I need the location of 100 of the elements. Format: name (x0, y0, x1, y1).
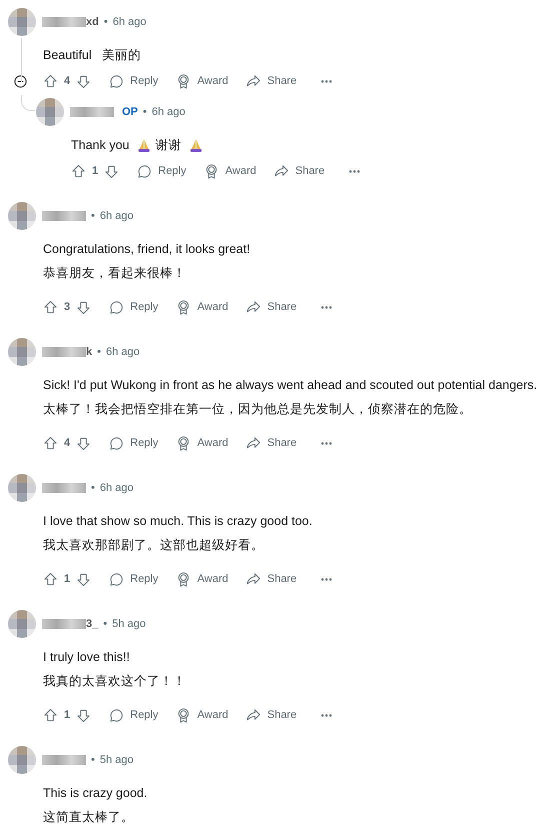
comment-text: I truly love this!! (43, 648, 130, 666)
vote-score: 1 (64, 708, 70, 723)
upvote-button[interactable] (43, 708, 58, 722)
share-button[interactable]: Share (246, 570, 297, 588)
chat-bubble-icon (137, 164, 152, 178)
upvote-button[interactable] (71, 164, 86, 178)
comment-text: Thank you (71, 136, 130, 154)
award-button[interactable]: Award (176, 706, 228, 724)
username-fragment: 3_ (86, 616, 98, 632)
chat-bubble-icon (109, 572, 124, 586)
up-arrow-icon (71, 164, 86, 178)
reply-button[interactable]: Reply (109, 434, 158, 452)
share-icon (246, 436, 262, 450)
award-button[interactable]: Award (176, 570, 228, 588)
username-fragment: xd (86, 14, 99, 30)
comment-time: 5h ago (100, 752, 134, 768)
more-icon (348, 170, 360, 172)
comment-text: Congratulations, friend, it looks great! (43, 240, 250, 258)
medal-icon (204, 164, 220, 178)
up-arrow-icon (43, 300, 58, 314)
down-arrow-icon (76, 300, 92, 314)
medal-icon (176, 436, 192, 450)
share-icon (246, 300, 262, 314)
praying-hands-icon (189, 138, 204, 152)
award-button[interactable]: Award (204, 162, 256, 180)
reply-button[interactable]: Reply (109, 706, 158, 724)
vote-score: 4 (64, 436, 70, 451)
more-options-button[interactable] (320, 442, 332, 444)
comment-text: 我真的太喜欢这个了！！ (43, 672, 186, 690)
upvote-button[interactable] (43, 74, 58, 88)
share-button[interactable]: Share (246, 298, 297, 316)
dot-separator: • (97, 344, 101, 360)
reply-button[interactable]: Reply (137, 162, 186, 180)
down-arrow-icon (76, 436, 92, 450)
blurred-avatar[interactable] (8, 474, 36, 502)
blurred-avatar[interactable] (8, 8, 36, 36)
down-arrow-icon (76, 572, 92, 586)
comment-text: 太棒了！我会把悟空排在第一位，因为他总是先发制人，侦察潜在的危险。 (43, 400, 472, 418)
medal-icon (176, 572, 192, 586)
downvote-button[interactable] (76, 708, 92, 722)
downvote-button[interactable] (76, 436, 92, 450)
thread-line (21, 38, 22, 82)
comment-time: 6h ago (100, 480, 134, 496)
comment-text: 恭喜朋友，看起来很棒！ (43, 264, 186, 282)
vote-score: 1 (92, 164, 98, 179)
collapse-thread-button[interactable] (13, 74, 28, 88)
more-options-button[interactable] (320, 306, 332, 308)
more-icon (320, 578, 332, 580)
blurred-avatar[interactable] (36, 98, 64, 126)
blurred-avatar[interactable] (8, 202, 36, 230)
comment-text: Beautiful 美丽的 (43, 46, 142, 64)
comment-text: Sick! I'd put Wukong in front as he always went ahead and scouted out potential dangers. (43, 376, 538, 394)
upvote-button[interactable] (43, 300, 58, 314)
award-button[interactable]: Award (176, 434, 228, 452)
medal-icon (176, 300, 192, 314)
dot-separator: • (103, 616, 108, 632)
comment-time: 6h ago (100, 208, 134, 224)
share-button[interactable]: Share (274, 162, 325, 180)
downvote-button[interactable] (76, 572, 92, 586)
share-icon (274, 164, 290, 178)
comment-time: 6h ago (152, 104, 186, 120)
more-icon (320, 306, 332, 308)
reply-button[interactable]: Reply (109, 72, 158, 90)
thread-connector-line (21, 95, 35, 111)
dot-separator: • (91, 208, 95, 224)
upvote-button[interactable] (43, 436, 58, 450)
praying-hands-icon (137, 138, 152, 152)
comment-text: I love that show so much. This is crazy good too. (43, 512, 312, 530)
blurred-avatar[interactable] (8, 338, 36, 366)
share-button[interactable]: Share (246, 706, 297, 724)
downvote-button[interactable] (76, 300, 92, 314)
dot-separator: • (91, 480, 95, 496)
more-options-button[interactable] (320, 80, 332, 82)
share-icon (246, 74, 262, 88)
comment-text: 我太喜欢那部剧了。这部也超级好看。 (43, 536, 264, 554)
up-arrow-icon (43, 572, 58, 586)
share-button[interactable]: Share (246, 72, 297, 90)
downvote-button[interactable] (76, 74, 92, 88)
medal-icon (176, 708, 192, 722)
downvote-button[interactable] (104, 164, 120, 178)
more-options-button[interactable] (320, 578, 332, 580)
award-button[interactable]: Award (176, 72, 228, 90)
blurred-avatar[interactable] (8, 746, 36, 774)
share-button[interactable]: Share (246, 434, 297, 452)
more-options-button[interactable] (348, 170, 360, 172)
comment-time: 5h ago (112, 616, 146, 632)
upvote-button[interactable] (43, 572, 58, 586)
up-arrow-icon (43, 708, 58, 722)
blurred-avatar[interactable] (8, 610, 36, 638)
vote-score: 1 (64, 572, 70, 587)
more-options-button[interactable] (320, 714, 332, 716)
comment-text: This is crazy good. (43, 784, 148, 802)
dot-separator: • (91, 752, 95, 768)
reply-button[interactable]: Reply (109, 298, 158, 316)
down-arrow-icon (104, 164, 120, 178)
reply-button[interactable]: Reply (109, 570, 158, 588)
share-icon (246, 708, 262, 722)
vote-score: 3 (64, 300, 70, 315)
more-icon (320, 714, 332, 716)
award-button[interactable]: Award (176, 298, 228, 316)
